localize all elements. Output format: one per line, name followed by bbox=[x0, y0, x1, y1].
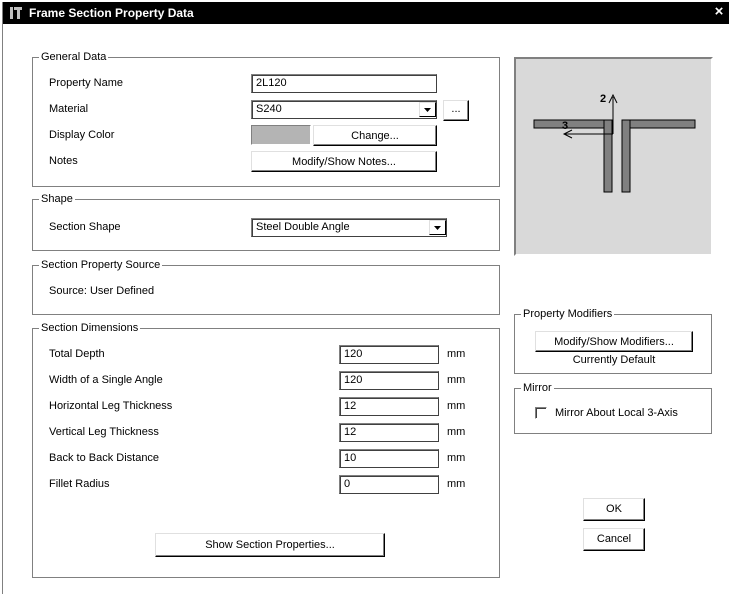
modifiers-status: Currently Default bbox=[572, 354, 656, 366]
source-text: Source: User Defined bbox=[49, 285, 155, 297]
back-to-back-distance-input[interactable]: 10 bbox=[339, 449, 439, 468]
horizontal-leg-thickness-input[interactable]: 12 bbox=[339, 397, 439, 416]
back-to-back-distance-unit: mm bbox=[447, 452, 466, 464]
chevron-down-icon bbox=[434, 226, 441, 230]
section-drawing: 2 3 bbox=[533, 93, 696, 193]
total-depth-label: Total Depth bbox=[49, 348, 105, 360]
fillet-radius-label: Fillet Radius bbox=[49, 478, 110, 490]
property-modifiers-group: Property Modifiers Modify/Show Modifiers… bbox=[514, 307, 712, 374]
app-icon bbox=[9, 6, 23, 20]
section-property-source-group: Section Property Source Source: User Def… bbox=[32, 258, 500, 315]
notes-label: Notes bbox=[49, 155, 78, 167]
material-more-button[interactable]: ... bbox=[443, 100, 469, 121]
display-color-label: Display Color bbox=[49, 129, 115, 141]
section-dimensions-group: Section Dimensions Total Depth 120 mm Wi… bbox=[32, 321, 500, 578]
mirror-checkbox-label[interactable]: Mirror About Local 3-Axis bbox=[555, 406, 678, 420]
vertical-leg-thickness-label: Vertical Leg Thickness bbox=[49, 426, 159, 438]
window-title: Frame Section Property Data bbox=[29, 6, 194, 20]
change-color-button[interactable]: Change... bbox=[313, 125, 437, 146]
horizontal-leg-thickness-unit: mm bbox=[447, 400, 466, 412]
width-single-angle-unit: mm bbox=[447, 374, 466, 386]
property-name-input[interactable]: 2L120 bbox=[251, 74, 437, 93]
mirror-group: Mirror Mirror About Local 3-Axis bbox=[514, 381, 712, 434]
horizontal-leg-thickness-label: Horizontal Leg Thickness bbox=[49, 400, 173, 412]
fillet-radius-unit: mm bbox=[447, 478, 466, 490]
axis-2-label: 2 bbox=[600, 93, 606, 105]
right-horizontal-leg bbox=[621, 119, 696, 129]
fillet-radius-input[interactable]: 0 bbox=[339, 475, 439, 494]
vertical-leg-thickness-unit: mm bbox=[447, 426, 466, 438]
shape-legend: Shape bbox=[39, 192, 75, 206]
shape-group: Shape Section Shape Steel Double Angle bbox=[32, 192, 500, 251]
left-horizontal-leg bbox=[533, 119, 608, 129]
material-dropdown-button[interactable] bbox=[419, 102, 436, 117]
section-shape-select[interactable]: Steel Double Angle bbox=[251, 218, 447, 237]
right-vertical-leg bbox=[621, 119, 631, 193]
section-shape-value: Steel Double Angle bbox=[256, 221, 350, 233]
section-dimensions-legend: Section Dimensions bbox=[39, 321, 141, 335]
section-preview: 2 3 bbox=[514, 57, 713, 256]
chevron-down-icon bbox=[424, 108, 431, 112]
cancel-button[interactable]: Cancel bbox=[583, 528, 645, 551]
section-property-source-legend: Section Property Source bbox=[39, 258, 163, 272]
mirror-legend: Mirror bbox=[521, 381, 554, 395]
ok-button[interactable]: OK bbox=[583, 498, 645, 521]
material-value: S240 bbox=[256, 103, 282, 115]
mirror-checkbox[interactable] bbox=[535, 407, 547, 419]
show-section-properties-button[interactable]: Show Section Properties... bbox=[155, 533, 385, 557]
total-depth-input[interactable]: 120 bbox=[339, 345, 439, 364]
double-angle-section bbox=[533, 119, 696, 193]
material-select[interactable]: S240 bbox=[251, 100, 437, 119]
width-single-angle-input[interactable]: 120 bbox=[339, 371, 439, 390]
display-color-swatch bbox=[251, 125, 311, 145]
frame-section-dialog: Frame Section Property Data × General Da… bbox=[2, 2, 729, 594]
material-label: Material bbox=[49, 103, 89, 115]
total-depth-unit: mm bbox=[447, 348, 466, 360]
modify-show-modifiers-button[interactable]: Modify/Show Modifiers... bbox=[535, 331, 693, 352]
property-modifiers-legend: Property Modifiers bbox=[521, 307, 615, 321]
axis-3-label: 3 bbox=[562, 120, 568, 132]
section-shape-dropdown-button[interactable] bbox=[429, 220, 446, 235]
property-name-label: Property Name bbox=[49, 77, 123, 89]
width-single-angle-label: Width of a Single Angle bbox=[49, 374, 163, 386]
modify-show-notes-button[interactable]: Modify/Show Notes... bbox=[251, 151, 437, 172]
left-vertical-leg bbox=[603, 119, 613, 193]
section-shape-label: Section Shape bbox=[49, 221, 121, 233]
back-to-back-distance-label: Back to Back Distance bbox=[49, 452, 160, 464]
vertical-leg-thickness-input[interactable]: 12 bbox=[339, 423, 439, 442]
dialog-body: General Data Property Name 2L120 Materia… bbox=[9, 24, 727, 590]
general-data-group: General Data Property Name 2L120 Materia… bbox=[32, 50, 500, 187]
general-data-legend: General Data bbox=[39, 50, 109, 64]
close-icon[interactable]: × bbox=[710, 3, 728, 21]
title-bar: Frame Section Property Data × bbox=[3, 2, 729, 24]
